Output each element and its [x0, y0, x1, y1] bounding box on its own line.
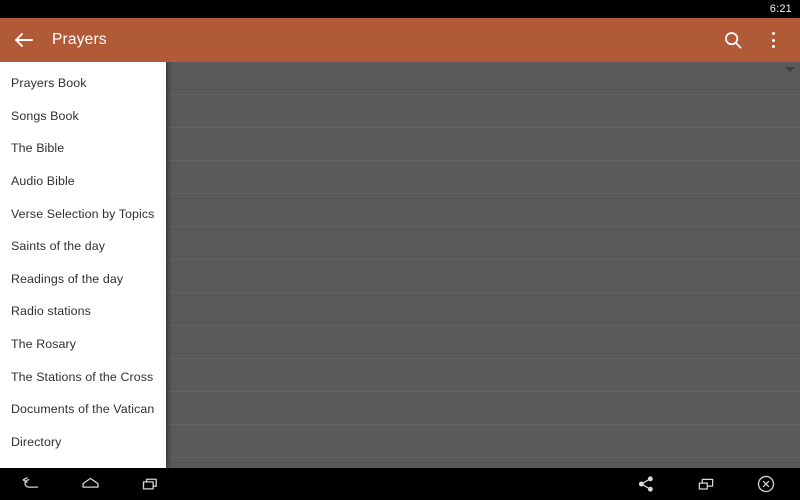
drawer-item[interactable]: Saints of the day: [0, 230, 166, 263]
drawer-item-label: The Stations of the Cross: [11, 369, 154, 384]
status-bar: 6:21: [0, 0, 800, 18]
overflow-menu-icon[interactable]: [760, 27, 786, 53]
drawer-item-label: Readings of the day: [11, 271, 124, 286]
drawer-item[interactable]: [0, 458, 166, 468]
nav-back-icon[interactable]: [13, 468, 47, 500]
drawer-item[interactable]: Songs Book: [0, 100, 166, 133]
drawer-item[interactable]: Documents of the Vatican: [0, 393, 166, 426]
drawer-item-label: The Bible: [11, 141, 65, 156]
drawer-item[interactable]: The Rosary: [0, 328, 166, 361]
drawer-item[interactable]: Audio Bible: [0, 165, 166, 198]
app-bar: Prayers: [0, 18, 800, 62]
drawer-item-label: Audio Bible: [11, 174, 75, 189]
share-icon[interactable]: [629, 468, 663, 500]
drawer-item-label: Documents of the Vatican: [11, 402, 155, 417]
overflow-dot: [771, 38, 775, 42]
close-circle-icon[interactable]: [749, 468, 783, 500]
drawer-item[interactable]: Readings of the day: [0, 263, 166, 296]
navigation-drawer[interactable]: Prayers Book Songs Book The Bible Audio Bib…: [0, 62, 166, 468]
search-icon[interactable]: [720, 27, 746, 53]
drawer-item[interactable]: Radio stations: [0, 295, 166, 328]
status-bar-clock: 6:21: [769, 3, 792, 15]
nav-recents-icon[interactable]: [133, 468, 167, 500]
drawer-item-label: Songs Book: [11, 108, 79, 123]
drawer-item-label: Radio stations: [11, 304, 91, 319]
system-navigation-bar: [0, 468, 800, 500]
drawer-item-label: Saints of the day: [11, 239, 106, 254]
back-arrow-icon[interactable]: [12, 28, 36, 52]
drawer-item-list: Prayers Book Songs Book The Bible Audio Bib…: [0, 62, 166, 468]
drawer-item-label: The Rosary: [11, 337, 77, 352]
drawer-item[interactable]: The Stations of the Cross: [0, 360, 166, 393]
overflow-dot: [771, 44, 775, 48]
drawer-item[interactable]: Prayers Book: [0, 67, 166, 100]
picture-in-picture-icon[interactable]: [689, 468, 723, 500]
scroll-down-triangle-icon: [785, 67, 795, 72]
drawer-item[interactable]: The Bible: [0, 132, 166, 165]
android-screen: 6:21 Prayers Prayers Book Songs Book The…: [0, 0, 800, 500]
overflow-dot: [771, 32, 775, 36]
drawer-item[interactable]: Directory: [0, 426, 166, 459]
nav-home-icon[interactable]: [73, 468, 107, 500]
nav-bar-left-group: [0, 468, 180, 500]
page-title: Prayers: [52, 31, 107, 48]
drawer-item[interactable]: Verse Selection by Topics: [0, 197, 166, 230]
drawer-item-label: Directory: [11, 434, 62, 449]
nav-bar-right-group: [616, 468, 796, 500]
drawer-item-label: Prayers Book: [11, 76, 87, 91]
drawer-item-label: Verse Selection by Topics: [11, 206, 155, 221]
